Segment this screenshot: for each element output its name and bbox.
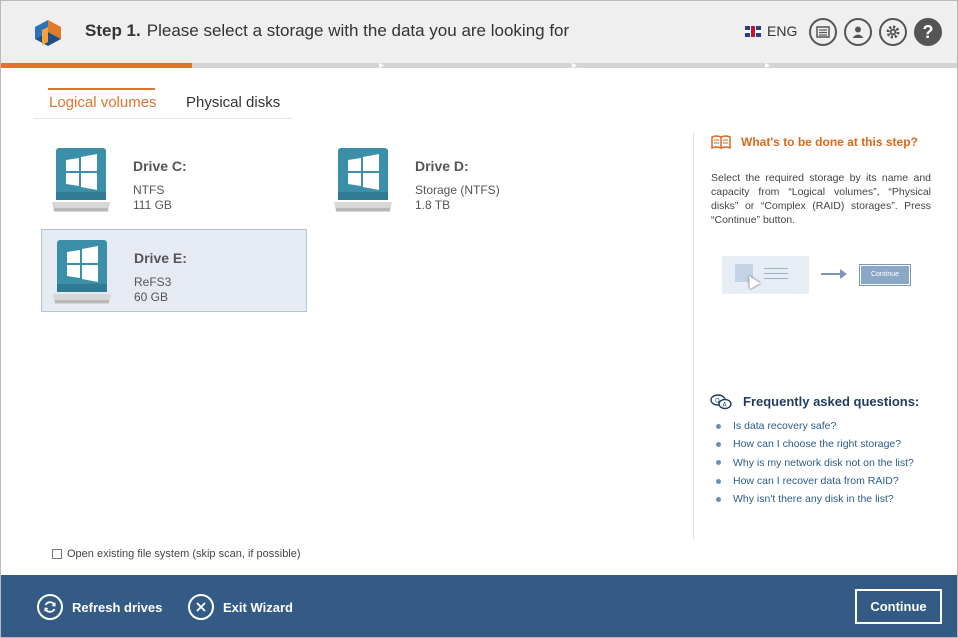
footer-bar: Refresh drives Exit Wizard Continue (1, 575, 957, 637)
tab-logical-volumes[interactable]: Logical volumes (49, 94, 157, 111)
open-filesystem-label: Open existing file system (skip scan, if… (67, 548, 301, 560)
faq-item[interactable]: How can I recover data from RAID? (716, 472, 914, 490)
drive-name: Drive E: (134, 250, 187, 266)
user-icon (852, 26, 864, 38)
faq-item[interactable]: Why is my network disk not on the list? (716, 454, 914, 472)
app-logo-icon (35, 20, 61, 46)
drive-size: 60 GB (134, 290, 169, 304)
page-title: Step 1. Please select a storage with the … (85, 21, 569, 41)
drive-name: Drive C: (133, 158, 187, 174)
tab-physical-disks[interactable]: Physical disks (186, 94, 280, 111)
faq-link[interactable]: Why isn't there any disk in the list? (733, 493, 894, 505)
drive-item-e[interactable]: Drive E: ReFS3 60 GB (41, 229, 307, 312)
drive-filesystem: Storage (NTFS) (415, 183, 500, 197)
open-filesystem-option[interactable]: Open existing file system (skip scan, if… (52, 548, 301, 560)
drive-filesystem: ReFS3 (134, 275, 172, 289)
close-icon (188, 594, 214, 620)
faq-link[interactable]: How can I choose the right storage? (733, 438, 901, 450)
step-separator (379, 63, 384, 68)
step-title: Please select a storage with the data yo… (146, 21, 570, 40)
refresh-drives-button[interactable]: Refresh drives (37, 594, 162, 620)
bullet-icon (716, 478, 721, 484)
gear-icon (886, 25, 900, 39)
panel-divider (693, 132, 694, 540)
illustration-line (764, 278, 788, 279)
faq-item[interactable]: Is data recovery safe? (716, 417, 914, 435)
progress-fill (1, 63, 193, 68)
faq-link[interactable]: Is data recovery safe? (733, 420, 836, 432)
exit-wizard-label: Exit Wizard (223, 599, 293, 615)
tabs-divider (34, 118, 292, 119)
help-text: Select the required storage by its name … (711, 172, 931, 226)
illustration-line (764, 268, 788, 269)
keyboard-button[interactable] (809, 18, 837, 46)
step-label: Step 1. (85, 21, 141, 40)
help-button[interactable]: ? (914, 18, 942, 46)
help-title: What's to be done at this step? (741, 135, 918, 149)
illustration-line (764, 273, 788, 274)
drive-item-d[interactable]: Drive D: Storage (NTFS) 1.8 TB (323, 138, 589, 221)
drive-name: Drive D: (415, 158, 469, 174)
arrow-right-icon (821, 269, 847, 279)
continue-button[interactable]: Continue (855, 589, 942, 624)
drive-size: 111 GB (133, 198, 172, 212)
flag-uk-icon (745, 25, 761, 37)
step-progress-bar (1, 63, 957, 68)
faq-list: Is data recovery safe? How can I choose … (716, 417, 914, 508)
account-button[interactable] (844, 18, 872, 46)
illustration-continue-label: Continue (861, 266, 909, 284)
faq-link[interactable]: How can I recover data from RAID? (733, 475, 899, 487)
bullet-icon (716, 460, 721, 466)
refresh-icon (37, 594, 63, 620)
step-separator (572, 63, 577, 68)
drive-item-c[interactable]: Drive C: NTFS 111 GB (41, 138, 307, 221)
language-label: ENG (767, 23, 798, 39)
drive-filesystem: NTFS (133, 183, 165, 197)
settings-button[interactable] (879, 18, 907, 46)
faq-item[interactable]: Why isn't there any disk in the list? (716, 490, 914, 508)
keyboard-icon (816, 26, 830, 38)
drive-size: 1.8 TB (415, 198, 451, 212)
illustration-drive-card (722, 256, 809, 294)
header-bar: Step 1. Please select a storage with the … (1, 1, 957, 63)
faq-item[interactable]: How can I choose the right storage? (716, 435, 914, 453)
drive-icon (334, 148, 392, 212)
bullet-icon (716, 423, 721, 429)
faq-icon: Q A (710, 394, 732, 410)
illustration-continue-button: Continue (859, 264, 911, 286)
bullet-icon (716, 441, 721, 447)
drive-icon (52, 148, 110, 212)
faq-link[interactable]: Why is my network disk not on the list? (733, 457, 914, 469)
faq-title: Frequently asked questions: (743, 394, 920, 409)
exit-wizard-button[interactable]: Exit Wizard (188, 594, 293, 620)
help-illustration: Continue (722, 256, 912, 294)
step-separator (765, 63, 770, 68)
bullet-icon (716, 496, 721, 502)
drive-icon (53, 240, 111, 304)
language-selector[interactable]: ENG (745, 23, 797, 39)
active-tab-indicator (48, 88, 155, 90)
svg-text:Q: Q (715, 398, 720, 405)
help-icon: ? (922, 21, 934, 42)
open-filesystem-checkbox[interactable] (52, 549, 62, 559)
book-icon (711, 135, 731, 149)
refresh-drives-label: Refresh drives (72, 599, 163, 615)
